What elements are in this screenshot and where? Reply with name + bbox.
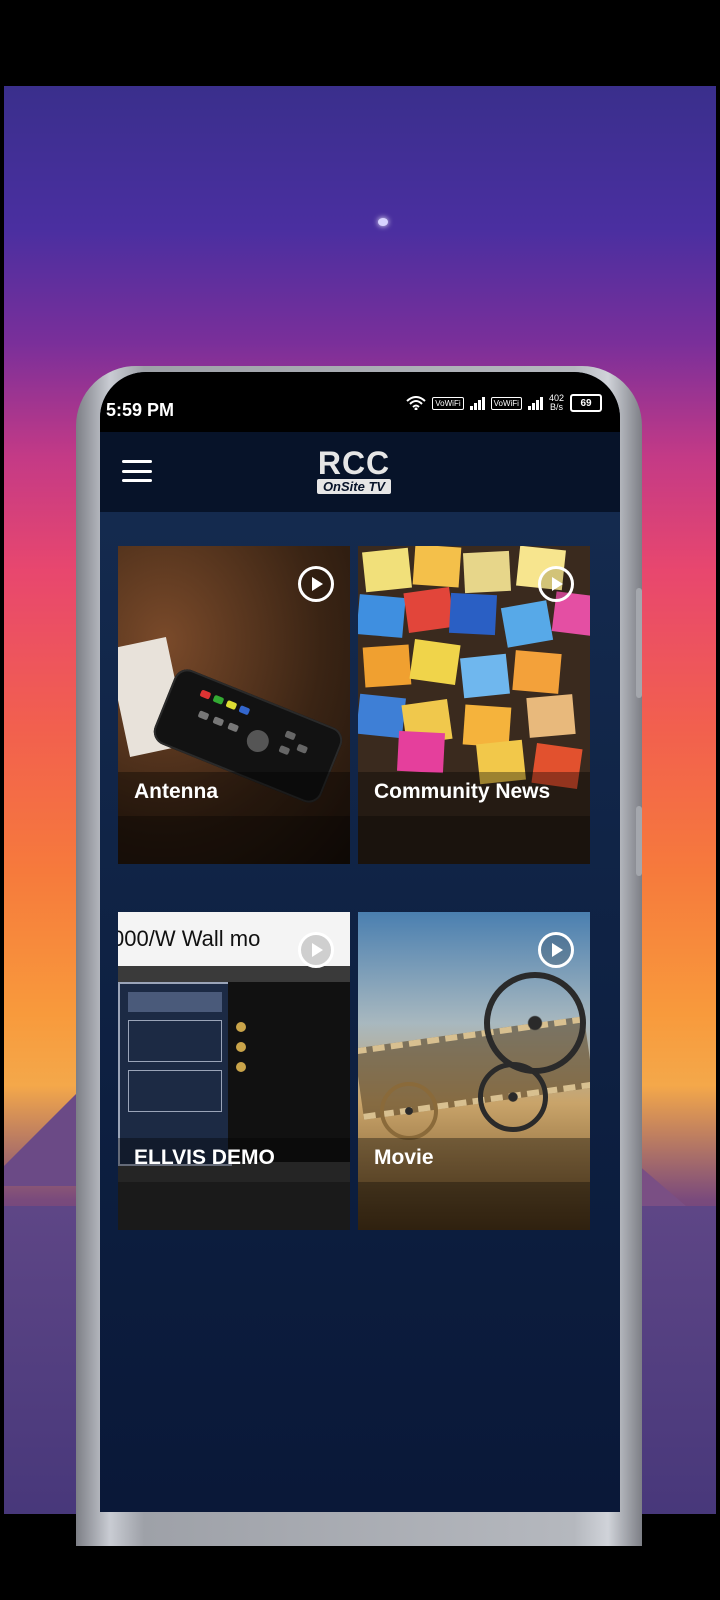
- battery-level: 69: [580, 397, 592, 409]
- channel-label: Movie: [358, 1138, 590, 1182]
- film-reel-image: [478, 1062, 548, 1132]
- logo-bottom-text: OnSite TV: [316, 479, 392, 494]
- network-speed-unit: B/s: [549, 402, 563, 412]
- channel-tile-ellvis-demo[interactable]: 000/W Wall mo ELLVIS DEMO: [118, 912, 350, 1230]
- signal-icon: [469, 396, 485, 410]
- logo-top-text: RCC: [317, 445, 391, 481]
- film-reel-image: [484, 972, 586, 1074]
- network-speed: 402 B/s: [549, 394, 564, 412]
- phone-side-button: [636, 588, 642, 698]
- wallpaper-star: [378, 218, 388, 226]
- channel-label: ELLVIS DEMO: [118, 1138, 350, 1182]
- app-bar: RCC OnSite TV: [100, 432, 620, 512]
- status-bar: 5:59 PM VoWiFi VoWiFi 402 B/s 69: [100, 372, 620, 432]
- battery-icon: 69: [570, 394, 602, 412]
- tile-shade: [358, 1182, 590, 1230]
- tile-shade: [358, 816, 590, 864]
- status-icons: VoWiFi VoWiFi 402 B/s 69: [406, 394, 602, 412]
- device-screenshot: 5:59 PM VoWiFi VoWiFi 402 B/s 69 RCC OnS…: [0, 0, 720, 1600]
- play-icon[interactable]: [538, 932, 574, 968]
- tile-shade: [118, 816, 350, 864]
- play-icon[interactable]: [298, 932, 334, 968]
- vowifi-badge: VoWiFi: [432, 396, 464, 410]
- device-panel-image: [228, 982, 350, 1162]
- channel-label: Community News: [358, 772, 590, 816]
- wifi-icon: [406, 396, 426, 410]
- channel-tile-community-news[interactable]: Community News: [358, 546, 590, 864]
- hamburger-menu-icon[interactable]: [122, 460, 152, 482]
- vowifi-badge: VoWiFi: [490, 396, 522, 410]
- channel-grid: Antenna Community News 000/W Wall mo ELL…: [100, 512, 620, 1512]
- play-icon[interactable]: [298, 566, 334, 602]
- play-icon[interactable]: [538, 566, 574, 602]
- film-reel-image: [380, 1082, 438, 1140]
- channel-label: Antenna: [118, 772, 350, 816]
- status-time: 5:59 PM: [106, 400, 175, 420]
- tile-shade: [118, 1182, 350, 1230]
- rcc-onsite-tv-logo: RCC OnSite TV: [302, 445, 406, 498]
- channel-tile-antenna[interactable]: Antenna: [118, 546, 350, 864]
- phone-side-button: [636, 806, 642, 876]
- app-screen: 5:59 PM VoWiFi VoWiFi 402 B/s 69 RCC OnS…: [100, 372, 620, 1512]
- signal-icon: [527, 396, 543, 410]
- channel-tile-movie[interactable]: Movie: [358, 912, 590, 1230]
